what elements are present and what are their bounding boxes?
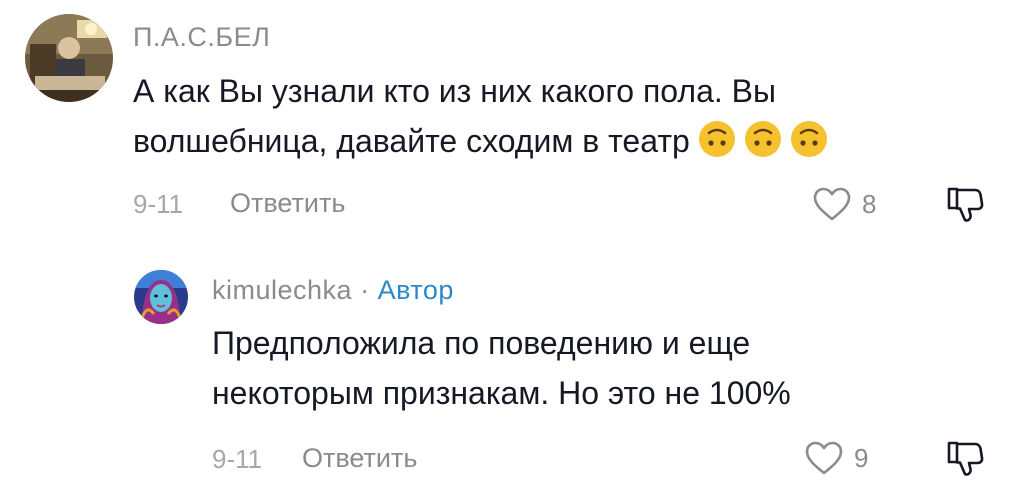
- upside-down-face-icon: [698, 121, 735, 157]
- emoji-group: [698, 120, 828, 158]
- avatar[interactable]: [134, 270, 188, 324]
- username[interactable]: П.А.С.БЕЛ: [133, 22, 270, 53]
- like-count: 8: [862, 188, 877, 219]
- avatar-image: [134, 270, 188, 324]
- like-button[interactable]: 9: [804, 440, 868, 476]
- comment-text-line: А как Вы узнали кто из них какого пола. …: [133, 73, 776, 109]
- comment-text-line-content: волшебница, давайте сходим в театр: [133, 123, 690, 159]
- thumbs-down-outline-icon: [947, 441, 984, 476]
- reply-button[interactable]: Ответить: [230, 188, 345, 219]
- heart-outline-icon: [805, 441, 843, 475]
- comment-text: А как Вы узнали кто из них какого пола. …: [133, 66, 953, 166]
- comment-text-line: Предположила по поведению и еще: [212, 325, 751, 361]
- like-count: 9: [854, 442, 869, 473]
- like-button[interactable]: 8: [812, 186, 876, 222]
- comment-date: 9-11: [133, 189, 184, 219]
- heart-outline-icon: [813, 187, 851, 221]
- upside-down-face-icon: [790, 121, 827, 157]
- dislike-button[interactable]: [945, 438, 985, 483]
- avatar[interactable]: [25, 14, 113, 102]
- comment-1: П.А.С.БЕЛ А как Вы узнали кто из них как…: [0, 0, 1024, 240]
- separator: ·: [360, 275, 370, 305]
- comment-text-line: волшебница, давайте сходим в театр: [133, 116, 953, 166]
- comment-date: 9-11: [212, 444, 263, 474]
- comment-2: kimulechka · Автор Предположила по повед…: [0, 250, 1024, 493]
- author-badge: Автор: [377, 275, 454, 305]
- username: kimulechka · Автор: [212, 275, 454, 306]
- upside-down-face-icon: [744, 121, 781, 157]
- comment-text: Предположила по поведению и еще некоторы…: [212, 318, 972, 418]
- avatar-image: [25, 14, 113, 102]
- dislike-button[interactable]: [945, 184, 985, 229]
- username-text[interactable]: kimulechka: [212, 275, 352, 305]
- thumbs-down-outline-icon: [947, 187, 984, 222]
- reply-button[interactable]: Ответить: [302, 443, 417, 474]
- comment-text-line: некоторым признакам. Но это не 100%: [212, 375, 791, 411]
